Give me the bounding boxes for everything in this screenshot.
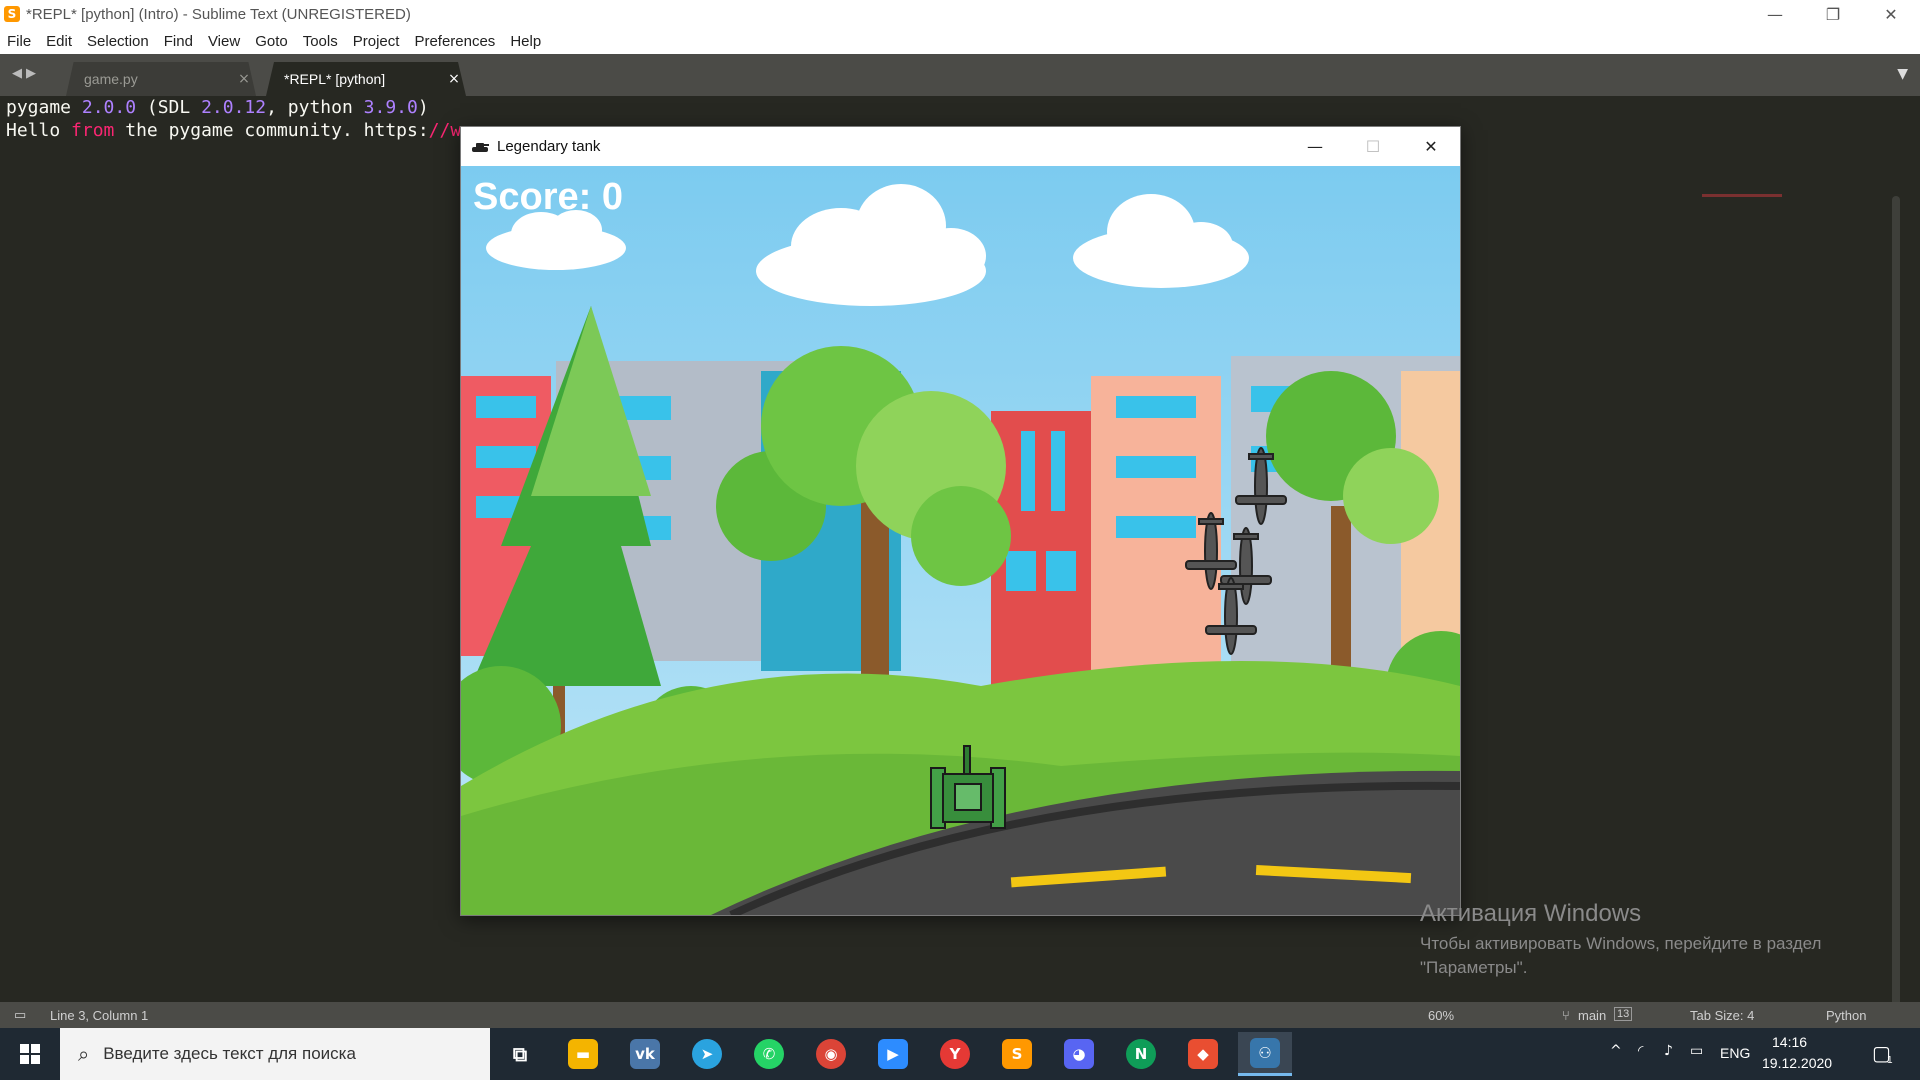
task-view-icon: ⧉	[512, 1042, 528, 1066]
taskbar-file-explorer[interactable]: ▬	[556, 1032, 610, 1076]
chrome-profile-icon: N	[1126, 1039, 1156, 1069]
git-icon: ◆	[1188, 1039, 1218, 1069]
telegram-icon: ➤	[692, 1039, 722, 1069]
menu-goto[interactable]: Goto	[248, 33, 296, 50]
syntax-mode[interactable]: Python	[1826, 1008, 1866, 1023]
vertical-scrollbar[interactable]	[1892, 196, 1900, 1046]
minimize-button[interactable]: —	[1746, 0, 1804, 28]
search-placeholder: Введите здесь текст для поиска	[103, 1044, 356, 1063]
game-maximize-button[interactable]: ☐	[1344, 127, 1402, 166]
tab-repl-python[interactable]: *REPL* [python] ×	[266, 62, 466, 96]
git-branch[interactable]: main	[1578, 1008, 1606, 1023]
panel-toggle-icon[interactable]: ▭	[14, 1007, 26, 1023]
taskbar-chrome-profile[interactable]: N	[1114, 1032, 1168, 1076]
system-tray: ^ ◜ ♪ ▭ ENG 14:16 19.12.2020 ▢ 1	[1600, 1028, 1920, 1080]
clock-date[interactable]: 19.12.2020	[1762, 1055, 1832, 1071]
windows-logo-icon	[20, 1044, 40, 1064]
close-button[interactable]: ✕	[1862, 0, 1920, 28]
tab-bar: ◀▶ game.py × *REPL* [python] × ▼	[0, 54, 1920, 96]
python-icon: ⚇	[1250, 1037, 1280, 1068]
yandex-browser-icon: Y	[940, 1039, 970, 1069]
taskbar-zoom[interactable]: ▶	[866, 1032, 920, 1076]
game-title-bar[interactable]: Legendary tank — ☐ ✕	[461, 127, 1460, 166]
menu-edit[interactable]: Edit	[39, 33, 80, 50]
whatsapp-icon: ✆	[754, 1039, 784, 1069]
chrome-icon: ◉	[816, 1039, 846, 1069]
menu-project[interactable]: Project	[346, 33, 408, 50]
vk-icon: vk	[630, 1039, 660, 1069]
menu-file[interactable]: File	[0, 33, 39, 50]
taskbar-git[interactable]: ◆	[1176, 1032, 1230, 1076]
cursor-position[interactable]: Line 3, Column 1	[50, 1008, 148, 1023]
tab-dropdown-icon[interactable]: ▼	[1897, 66, 1908, 82]
tray-expand-icon[interactable]: ^	[1610, 1043, 1622, 1059]
game-window[interactable]: Legendary tank — ☐ ✕ Score: 0	[460, 126, 1461, 916]
taskbar-chrome[interactable]: ◉	[804, 1032, 858, 1076]
taskbar-vk[interactable]: vk	[618, 1032, 672, 1076]
score-label: Score: 0	[473, 176, 623, 218]
menu-help[interactable]: Help	[503, 33, 549, 50]
title-bar: S *REPL* [python] (Intro) - Sublime Text…	[0, 0, 1920, 28]
battery-icon[interactable]: ▭	[1690, 1043, 1703, 1059]
taskbar-whatsapp[interactable]: ✆	[742, 1032, 796, 1076]
taskbar-search[interactable]: ⌕ Введите здесь текст для поиска	[60, 1028, 490, 1080]
volume-icon[interactable]: ♪	[1664, 1043, 1673, 1059]
minimap[interactable]	[1702, 194, 1782, 197]
search-icon: ⌕	[78, 1042, 90, 1066]
window-title: *REPL* [python] (Intro) - Sublime Text (…	[26, 5, 411, 23]
notifications-count: 1	[1887, 1055, 1893, 1066]
code-line-1: pygame 2.0.0 (SDL 2.0.12, python 3.9.0)	[6, 97, 429, 118]
taskbar-python[interactable]: ⚇	[1238, 1032, 1292, 1076]
task-view-button[interactable]: ⧉	[493, 1032, 547, 1076]
sublime-app-icon: S	[4, 6, 20, 22]
tab-label: *REPL* [python]	[284, 71, 386, 87]
file-explorer-icon: ▬	[568, 1039, 598, 1069]
menu-preferences[interactable]: Preferences	[407, 33, 503, 50]
menu-view[interactable]: View	[201, 33, 248, 50]
tank-icon	[472, 142, 489, 152]
tab-size[interactable]: Tab Size: 4	[1690, 1008, 1754, 1023]
wifi-icon[interactable]: ◜	[1638, 1043, 1643, 1059]
game-scene	[461, 166, 1460, 915]
menu-tools[interactable]: Tools	[296, 33, 346, 50]
tab-label: game.py	[84, 71, 138, 87]
taskbar-yandex-browser[interactable]: Y	[928, 1032, 982, 1076]
game-minimize-button[interactable]: —	[1286, 127, 1344, 166]
git-changes-badge: 13	[1614, 1007, 1633, 1021]
tab-nav-arrows-icon[interactable]: ◀▶	[12, 66, 40, 81]
game-canvas[interactable]: Score: 0	[461, 166, 1460, 915]
menu-selection[interactable]: Selection	[80, 33, 157, 50]
activation-watermark: Активация Windows Чтобы активировать Win…	[1420, 900, 1821, 980]
menu-find[interactable]: Find	[157, 33, 201, 50]
zoom-icon: ▶	[878, 1039, 908, 1069]
taskbar-sublime-text[interactable]: S	[990, 1032, 1044, 1076]
start-button[interactable]	[0, 1028, 60, 1080]
watermark-text: Чтобы активировать Windows, перейдите в …	[1420, 934, 1822, 977]
input-language[interactable]: ENG	[1720, 1045, 1750, 1061]
zoom-level: 60%	[1428, 1008, 1455, 1023]
discord-icon: ◕	[1064, 1039, 1094, 1069]
game-window-title: Legendary tank	[497, 138, 601, 155]
sublime-text-icon: S	[1002, 1039, 1032, 1069]
menu-bar: File Edit Selection Find View Goto Tools…	[0, 28, 1920, 54]
git-branch-icon: ⑂	[1562, 1008, 1570, 1023]
taskbar-discord[interactable]: ◕	[1052, 1032, 1106, 1076]
tab-close-icon[interactable]: ×	[442, 71, 466, 87]
status-bar: ▭ Line 3, Column 1 60% ⑂ main 13 Tab Siz…	[0, 1002, 1920, 1028]
game-close-button[interactable]: ✕	[1402, 127, 1460, 166]
taskbar-telegram[interactable]: ➤	[680, 1032, 734, 1076]
clock-time[interactable]: 14:16	[1772, 1034, 1807, 1050]
watermark-title: Активация Windows	[1420, 900, 1642, 927]
restore-button[interactable]: ❐	[1804, 0, 1862, 28]
windows-taskbar: ⌕ Введите здесь текст для поиска ⧉ ▬ vk …	[0, 1028, 1920, 1080]
tab-close-icon[interactable]: ×	[232, 71, 256, 87]
tab-game-py[interactable]: game.py ×	[66, 62, 256, 96]
